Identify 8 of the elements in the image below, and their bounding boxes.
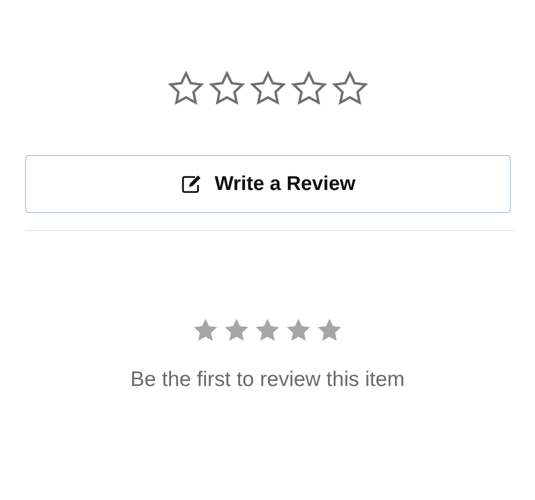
star-outline-icon[interactable] — [208, 71, 244, 107]
star-outline-icon[interactable] — [332, 71, 368, 107]
star-outline-icon[interactable] — [168, 71, 204, 107]
star-outline-icon[interactable] — [250, 71, 286, 107]
empty-reviews-message: Be the first to review this item — [129, 367, 406, 393]
write-review-button[interactable]: Write a Review — [25, 155, 511, 213]
edit-icon — [180, 174, 203, 194]
star-outline-icon[interactable] — [290, 71, 326, 107]
